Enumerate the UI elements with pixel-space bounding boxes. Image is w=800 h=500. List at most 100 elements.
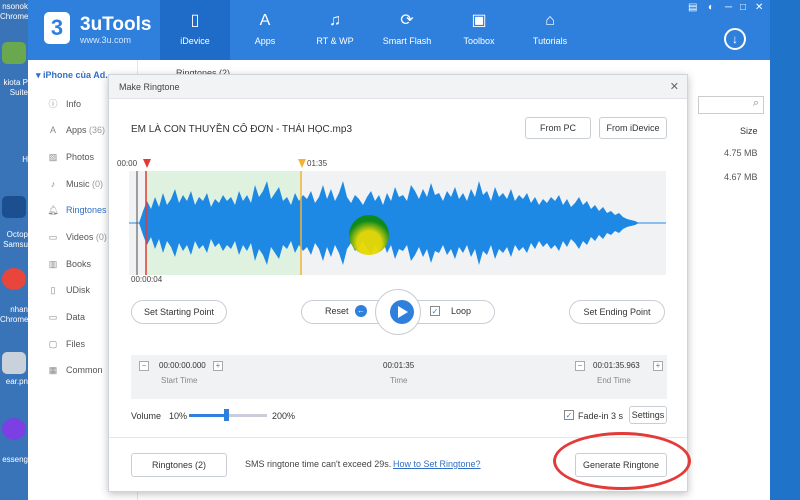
nav-idevice[interactable]: ▯ iDevice — [160, 0, 230, 60]
annotation-circle — [553, 432, 691, 490]
volume-slider-fill — [189, 414, 226, 417]
app-url: www.3u.com — [80, 35, 132, 45]
nav-smart-flash[interactable]: ⟳ Smart Flash — [372, 0, 442, 60]
phone-icon: ▯ — [190, 12, 200, 29]
download-icon[interactable]: ↓ — [724, 28, 746, 50]
desktop-label: ear.pn — [5, 377, 28, 386]
song-name: EM LÀ CON THUYỀN CÔ ĐƠN - THÁI HỌC.mp3 — [131, 124, 353, 135]
marker-end-time: 01:35 — [307, 159, 328, 168]
end-time-value[interactable]: 00:01:35.963 — [593, 361, 640, 370]
info-icon: ⓘ — [48, 99, 58, 109]
nav-toolbox[interactable]: ▣ Toolbox — [444, 0, 514, 60]
video-icon: ▭ — [48, 232, 58, 242]
reset-label[interactable]: Reset — [325, 306, 349, 316]
set-starting-point-button[interactable]: Set Starting Point — [131, 300, 227, 324]
waveform-area[interactable] — [129, 159, 666, 275]
size-header: Size — [740, 126, 758, 136]
desktop-label: esseng — [2, 455, 28, 464]
apps-icon: A — [49, 125, 56, 135]
nav-label: RT & WP — [316, 36, 354, 46]
window-skin-icon[interactable]: ◐ — [708, 2, 714, 13]
play-button[interactable] — [375, 289, 421, 335]
sms-note: SMS ringtone time can't exceed 29s. — [245, 459, 392, 469]
sidebar-item-count: (36) — [89, 125, 106, 135]
nav-label: Apps — [254, 36, 276, 46]
close-icon[interactable]: ✕ — [670, 80, 679, 93]
minimize-icon[interactable]: ─ — [725, 2, 732, 13]
play-icon — [398, 306, 408, 318]
logo-icon: 3 — [44, 12, 70, 44]
start-time-value[interactable]: 00:00:00.000 — [159, 361, 206, 370]
fade-in-checkbox[interactable]: ✓ — [564, 410, 574, 420]
loop-checkbox[interactable]: ✓ — [430, 306, 440, 316]
sidebar-item-label: Data — [66, 312, 86, 322]
desktop-file-icon[interactable] — [2, 352, 26, 374]
nav-tutorials[interactable]: ⌂ Tutorials — [515, 0, 585, 60]
from-idevice-button[interactable]: From iDevice — [599, 117, 667, 139]
sidebar-item-count: (0) — [95, 232, 107, 242]
reset-icon[interactable]: ← — [355, 305, 367, 317]
marker-bottom-time: 00:00:04 — [131, 275, 163, 284]
make-ringtone-dialog: Make Ringtone ✕ EM LÀ CON THUYỀN CÔ ĐƠN … — [108, 74, 688, 492]
sidebar-item-label: Books — [66, 259, 92, 269]
chrome-icon[interactable] — [2, 268, 26, 290]
desktop-label: Chrome — [0, 315, 28, 324]
device-name[interactable]: ▾ iPhone của Ad... — [36, 70, 113, 81]
sidebar-item-label: Common — [66, 365, 103, 375]
toolbox-icon: ▣ — [471, 12, 487, 29]
book-icon: ▥ — [48, 259, 58, 269]
window-menu-icon[interactable]: ▤ — [688, 2, 697, 13]
sidebar-item-label: Files — [66, 339, 86, 349]
time-label: Time — [390, 376, 408, 385]
settings-button[interactable]: Settings — [629, 406, 667, 424]
waveform — [129, 171, 666, 275]
grid-icon: ▦ — [48, 365, 58, 375]
end-marker-icon[interactable] — [298, 159, 306, 168]
dialog-header: Make Ringtone ✕ — [109, 75, 687, 99]
app-brand: 3uTools — [80, 14, 152, 35]
sidebar-item-label: Music — [66, 179, 90, 189]
desktop-label: kiota P — [3, 78, 28, 87]
loop-label: Loop — [451, 306, 472, 316]
desktop-strip: nsonok Chrome kiota P Suite H Octop Sams… — [0, 0, 28, 500]
desktop-app-icon[interactable] — [2, 42, 26, 64]
fade-in-label: Fade-in 3 s — [578, 411, 624, 421]
end-time-label: End Time — [597, 376, 631, 385]
nav-label: Smart Flash — [382, 36, 432, 46]
desktop-label: Suite — [9, 88, 28, 97]
size-cell: 4.75 MB — [724, 148, 758, 158]
end-time-increment[interactable]: + — [653, 361, 663, 371]
close-window-icon[interactable]: ✕ — [755, 2, 763, 13]
nav-apps[interactable]: A Apps — [230, 0, 300, 60]
app-store-icon: A — [259, 12, 271, 29]
desktop-label: Chrome — [0, 12, 28, 21]
dialog-title: Make Ringtone — [119, 82, 180, 92]
messenger-icon[interactable] — [2, 418, 26, 440]
from-pc-button[interactable]: From PC — [525, 117, 591, 139]
how-to-link[interactable]: How to Set Ringtone? — [393, 459, 481, 469]
udisk-icon: ▯ — [50, 285, 56, 295]
folder-icon: ▭ — [48, 312, 58, 322]
device-label: iPhone của Ad... — [43, 70, 113, 80]
volume-label: Volume — [131, 411, 162, 421]
time-value: 00:01:35 — [383, 361, 415, 370]
set-ending-point-button[interactable]: Set Ending Point — [569, 300, 665, 324]
start-time-increment[interactable]: + — [213, 361, 223, 371]
start-marker-icon[interactable] — [143, 159, 151, 168]
nav-label: Tutorials — [532, 36, 568, 46]
desktop-app-icon[interactable] — [2, 196, 26, 218]
desktop-label: nsonok — [2, 2, 28, 11]
nav-rt-wp[interactable]: ♫ RT & WP — [300, 0, 370, 60]
ringtones-button[interactable]: Ringtones (2) — [131, 453, 227, 477]
graduation-cap-icon: ⌂ — [545, 12, 555, 29]
maximize-icon[interactable]: □ — [740, 2, 746, 13]
cursor-highlight — [349, 215, 389, 255]
volume-max: 200% — [272, 411, 296, 421]
volume-slider-handle[interactable] — [224, 409, 229, 421]
search-icon[interactable]: ⌕ — [698, 96, 764, 114]
desktop-label: nhan — [10, 305, 28, 314]
flash-icon: ⟳ — [400, 12, 414, 29]
end-time-decrement[interactable]: − — [575, 361, 585, 371]
start-time-decrement[interactable]: − — [139, 361, 149, 371]
volume-min: 10% — [169, 411, 188, 421]
